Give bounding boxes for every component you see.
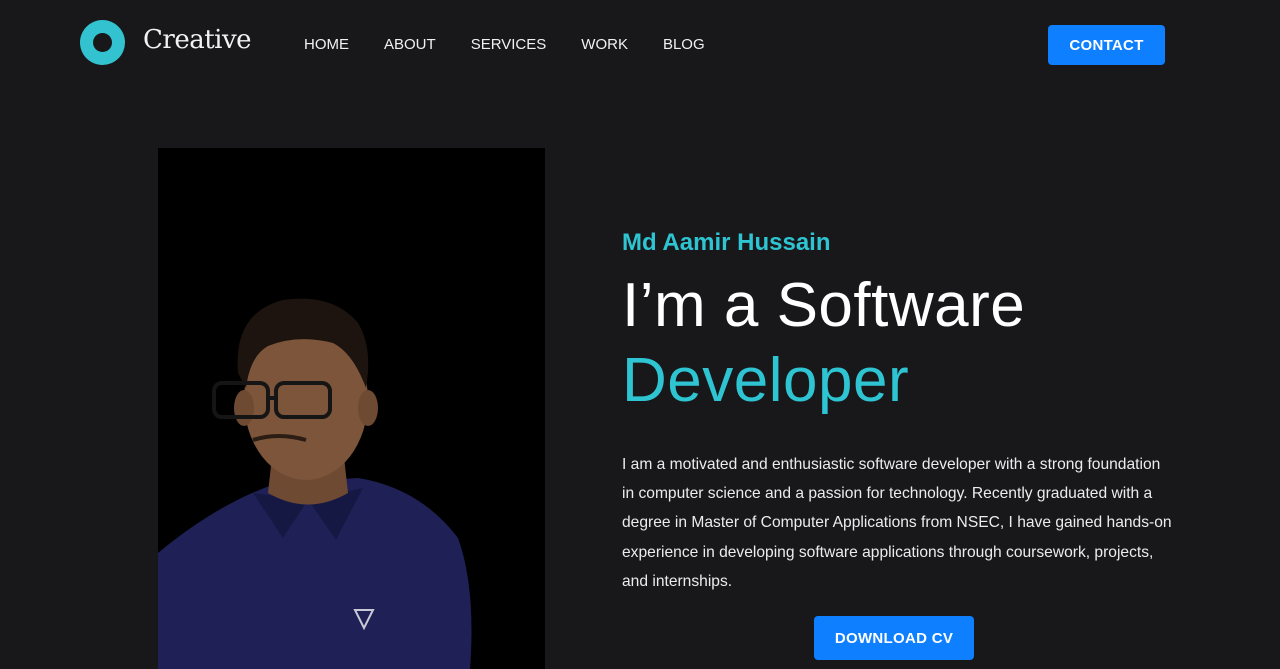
hero-name: Md Aamir Hussain xyxy=(622,229,831,256)
logo-icon[interactable] xyxy=(80,20,125,65)
contact-button[interactable]: CONTACT xyxy=(1048,25,1165,65)
nav-item-about[interactable]: ABOUT xyxy=(384,36,436,53)
logo-ring-hole xyxy=(93,33,112,52)
nav-item-home[interactable]: HOME xyxy=(304,36,349,53)
profile-photo xyxy=(158,148,545,669)
nav-item-services[interactable]: SERVICES xyxy=(471,36,547,53)
nav-item-blog[interactable]: BLOG xyxy=(663,36,705,53)
hero-title-line1: I’m a Software xyxy=(622,271,1026,340)
hero-bio: I am a motivated and enthusiastic softwa… xyxy=(622,456,1172,590)
page: Creative HOME ABOUT SERVICES WORK BLOG C… xyxy=(0,0,1280,669)
nav-item-work[interactable]: WORK xyxy=(581,36,628,53)
main-nav: HOME ABOUT SERVICES WORK BLOG xyxy=(304,36,740,53)
brand-name[interactable]: Creative xyxy=(143,25,252,55)
profile-photo-illustration xyxy=(158,298,472,669)
download-cv-button[interactable]: DOWNLOAD CV xyxy=(814,616,974,660)
hero-title-line2: Developer xyxy=(622,346,910,415)
